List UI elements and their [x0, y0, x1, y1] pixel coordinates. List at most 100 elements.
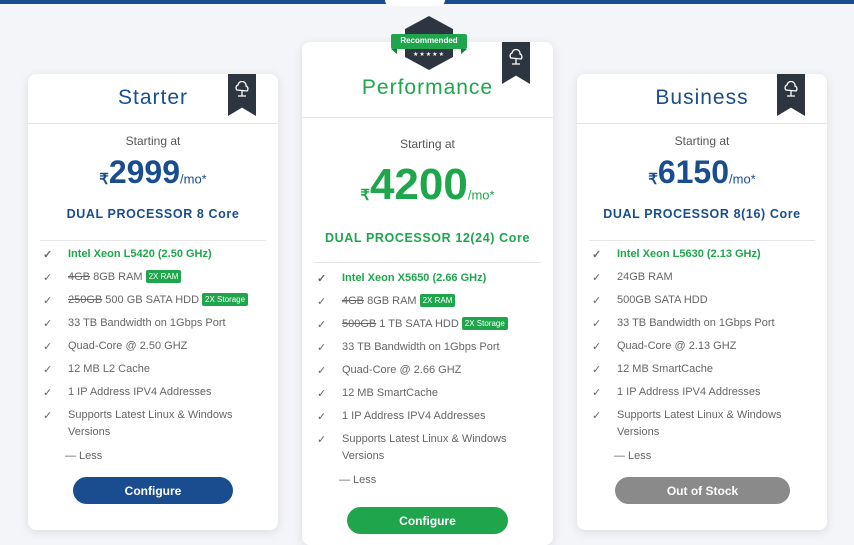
feature-text: Intel Xeon X5650 (2.66 GHz) — [342, 272, 487, 284]
feature-text: 1 IP Address IPV4 Addresses — [342, 410, 486, 422]
feature-cores: ✓ Quad-Core @ 2.50 GHZ — [40, 338, 266, 355]
less-toggle[interactable]: — Less — [65, 450, 102, 462]
feature-storage: ✓ 500GB SATA HDD — [589, 292, 815, 309]
feature-text: 24GB RAM — [617, 271, 673, 283]
plan-card-business: Business Starting at ₹6150/mo* DUAL PROC… — [577, 74, 827, 530]
old-value: 4GB — [342, 295, 365, 307]
price-amount: 4200 — [369, 160, 468, 209]
top-notch — [385, 0, 445, 6]
feature-text: Quad-Core @ 2.50 GHZ — [68, 340, 188, 352]
feature-text: 1 IP Address IPV4 Addresses — [68, 386, 212, 398]
feature-storage: ✓ 250GB 500 GB SATA HDD 2X Storage — [40, 292, 266, 309]
processor-label: DUAL PROCESSOR 12(24) Core — [325, 231, 530, 245]
check-icon: ✓ — [43, 341, 53, 353]
starting-at-label: Starting at — [125, 134, 181, 148]
divider — [28, 123, 278, 124]
recommended-stars: ★★★★★ — [413, 52, 445, 58]
feature-ram: ✓ 24GB RAM — [589, 269, 815, 286]
check-icon: ✓ — [592, 295, 602, 307]
check-icon: ✓ — [592, 341, 602, 353]
feature-text: 12 MB SmartCache — [617, 363, 713, 375]
processor-label: DUAL PROCESSOR 8(16) Core — [603, 207, 801, 221]
feature-text: Intel Xeon L5630 (2.13 GHz) — [617, 248, 761, 260]
plan-card-performance: Performance Starting at ₹4200/mo* DUAL P… — [302, 42, 553, 545]
feature-text: 500 GB SATA HDD — [102, 294, 200, 306]
less-toggle[interactable]: — Less — [614, 450, 651, 462]
price-period: /mo* — [180, 171, 207, 187]
feature-os: ✓ Supports Latest Linux & Windows Version… — [314, 431, 541, 465]
feature-text: Intel Xeon L5420 (2.50 GHz) — [68, 248, 212, 260]
divider — [314, 262, 541, 263]
check-icon: ✓ — [43, 410, 53, 422]
configure-button[interactable]: Configure — [73, 477, 233, 504]
feature-bandwidth: ✓ 33 TB Bandwidth on 1Gbps Port — [40, 315, 266, 332]
feature-cores: ✓ Quad-Core @ 2.13 GHZ — [589, 338, 815, 355]
feature-text: 8GB RAM — [90, 271, 143, 283]
feature-text: 33 TB Bandwidth on 1Gbps Port — [617, 317, 775, 329]
price: ₹2999/mo* — [28, 154, 278, 191]
feature-text: Supports Latest Linux & Windows Versions — [617, 409, 782, 438]
plan-title: Business — [655, 86, 749, 109]
storage-badge: 2X Storage — [461, 317, 508, 330]
recommended-label: Recommended — [400, 36, 458, 45]
check-icon: ✓ — [43, 318, 53, 330]
check-icon: ✓ — [317, 434, 327, 446]
feature-bandwidth: ✓ 33 TB Bandwidth on 1Gbps Port — [589, 315, 815, 332]
currency-symbol: ₹ — [99, 170, 109, 188]
starting-at-label: Starting at — [674, 134, 730, 148]
starting-at-label: Starting at — [400, 137, 455, 151]
feature-cpu: ✓ Intel Xeon L5630 (2.13 GHz) — [589, 246, 815, 263]
price-amount: 6150 — [657, 154, 729, 190]
old-value: 250GB — [68, 294, 103, 306]
feature-text: 12 MB SmartCache — [342, 387, 438, 399]
check-icon: ✓ — [43, 295, 53, 307]
feature-cache: ✓ 12 MB SmartCache — [589, 361, 815, 378]
less-toggle[interactable]: — Less — [339, 474, 376, 486]
divider — [589, 240, 815, 241]
feature-list: ✓ Intel Xeon L5420 (2.50 GHz) ✓ 4GB 8GB RA… — [40, 246, 266, 447]
check-icon: ✓ — [592, 410, 602, 422]
feature-os: ✓ Supports Latest Linux & Windows Version… — [40, 407, 266, 441]
feature-text: Supports Latest Linux & Windows Versions — [68, 409, 233, 438]
check-icon: ✓ — [43, 364, 53, 376]
feature-bandwidth: ✓ 33 TB Bandwidth on 1Gbps Port — [314, 339, 541, 356]
price-period: /mo* — [467, 187, 495, 203]
out-of-stock-button[interactable]: Out of Stock — [615, 477, 790, 504]
feature-cache: ✓ 12 MB SmartCache — [314, 385, 541, 402]
feature-cpu: ✓ Intel Xeon L5420 (2.50 GHz) — [40, 246, 266, 263]
check-icon: ✓ — [317, 411, 327, 423]
processor-label: DUAL PROCESSOR 8 Core — [66, 207, 240, 221]
configure-button[interactable]: Configure — [347, 507, 508, 534]
check-icon: ✓ — [317, 319, 327, 331]
divider — [40, 240, 266, 241]
check-icon: ✓ — [43, 272, 53, 284]
plan-card-starter: Starter Starting at ₹2999/mo* DUAL PROCE… — [28, 74, 278, 530]
feature-text: 500GB SATA HDD — [617, 294, 708, 306]
feature-cores: ✓ Quad-Core @ 2.66 GHZ — [314, 362, 541, 379]
feature-text: Quad-Core @ 2.13 GHZ — [617, 340, 737, 352]
feature-ip: ✓ 1 IP Address IPV4 Addresses — [40, 384, 266, 401]
storage-badge: 2X Storage — [202, 293, 249, 306]
feature-ram: ✓ 4GB 8GB RAM 2X RAM — [40, 269, 266, 286]
price: ₹6150/mo* — [577, 154, 827, 191]
currency-symbol: ₹ — [648, 170, 658, 188]
price-amount: 2999 — [108, 154, 180, 190]
old-value: 500GB — [342, 318, 377, 330]
feature-text: 33 TB Bandwidth on 1Gbps Port — [68, 317, 226, 329]
check-icon: ✓ — [317, 296, 327, 308]
feature-text: 12 MB L2 Cache — [68, 363, 150, 375]
check-icon: ✓ — [317, 342, 327, 354]
check-icon: ✓ — [592, 364, 602, 376]
check-icon: ✓ — [592, 387, 602, 399]
feature-text: 33 TB Bandwidth on 1Gbps Port — [342, 341, 500, 353]
feature-storage: ✓ 500GB 1 TB SATA HDD 2X Storage — [314, 316, 541, 333]
feature-text: 8GB RAM — [364, 295, 417, 307]
recommended-badge: Recommended ★★★★★ — [389, 14, 469, 74]
divider — [302, 117, 553, 118]
check-icon: ✓ — [592, 272, 602, 284]
check-icon: ✓ — [317, 365, 327, 377]
feature-cache: ✓ 12 MB L2 Cache — [40, 361, 266, 378]
feature-list: ✓ Intel Xeon X5650 (2.66 GHz) ✓ 4GB 8GB RA… — [314, 270, 541, 471]
ram-badge: 2X RAM — [419, 294, 456, 307]
feature-text: 1 IP Address IPV4 Addresses — [617, 386, 761, 398]
